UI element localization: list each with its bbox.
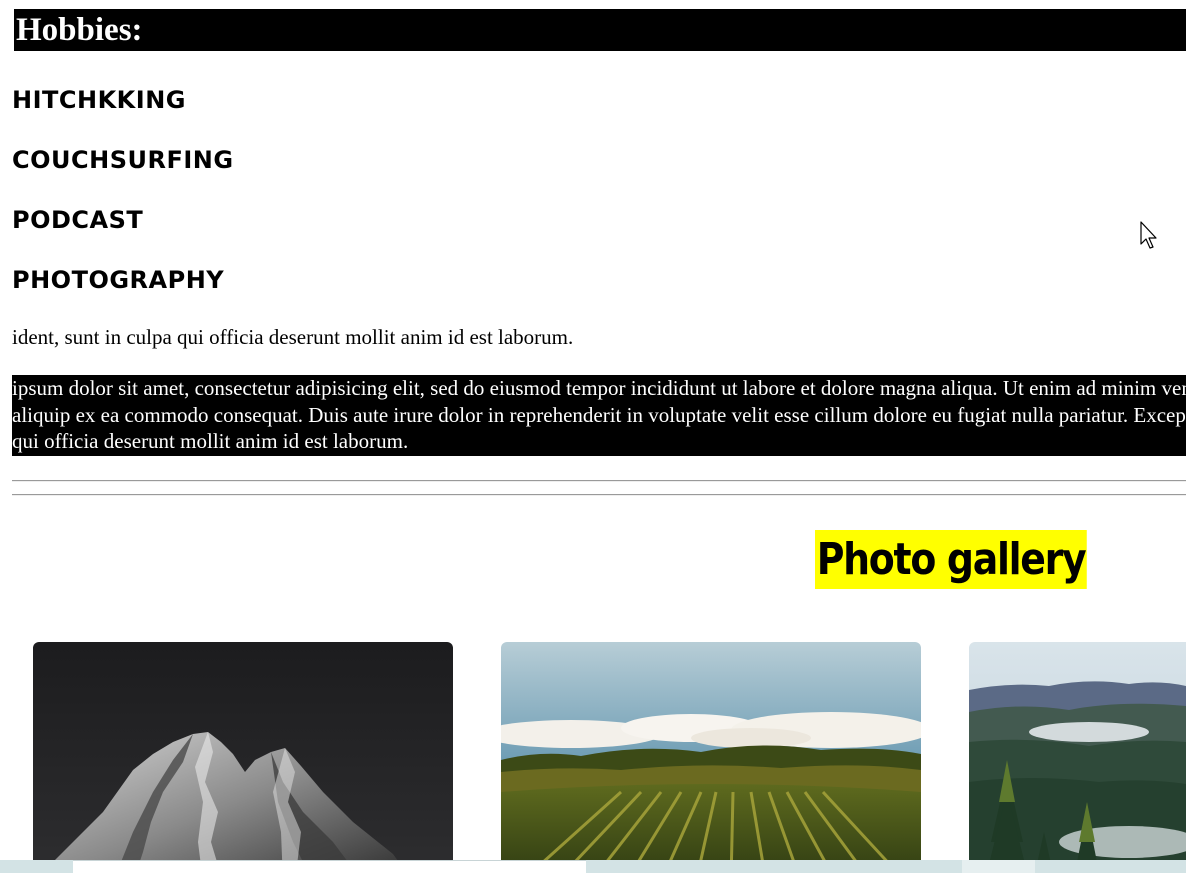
divider bbox=[12, 480, 1186, 482]
mouse-cursor-icon bbox=[1140, 221, 1157, 249]
horizontal-scrollbar[interactable] bbox=[0, 860, 1186, 873]
hobby-item-podcast: Podcast bbox=[12, 206, 144, 234]
dark-paragraph-line: qui officia deserunt mollit anim id est … bbox=[12, 429, 409, 454]
vineyard-photo[interactable] bbox=[501, 642, 921, 873]
hobby-item-hitchhiking: Hitchkking bbox=[12, 86, 186, 114]
dark-paragraph-line: aliquip ex ea commodo consequat. Duis au… bbox=[12, 402, 1186, 427]
scrollbar-track-segment bbox=[962, 860, 1035, 873]
divider bbox=[12, 494, 1186, 496]
hobby-item-photography: Photography bbox=[12, 266, 225, 294]
gallery-title: Photo gallery bbox=[815, 530, 1088, 589]
plain-paragraph: ident, sunt in culpa qui officia deserun… bbox=[12, 325, 574, 349]
mountain-photo[interactable] bbox=[33, 642, 453, 873]
hobby-item-couchsurfing: Couchsurfing bbox=[12, 146, 234, 174]
hobbies-heading: Hobbies: bbox=[14, 9, 1186, 51]
forest-valley-photo[interactable] bbox=[969, 642, 1186, 873]
dark-paragraph: ipsum dolor sit amet, consectetur adipis… bbox=[12, 375, 1186, 456]
dark-paragraph-line: ipsum dolor sit amet, consectetur adipis… bbox=[12, 376, 1186, 400]
scrollbar-thumb[interactable] bbox=[73, 860, 586, 873]
